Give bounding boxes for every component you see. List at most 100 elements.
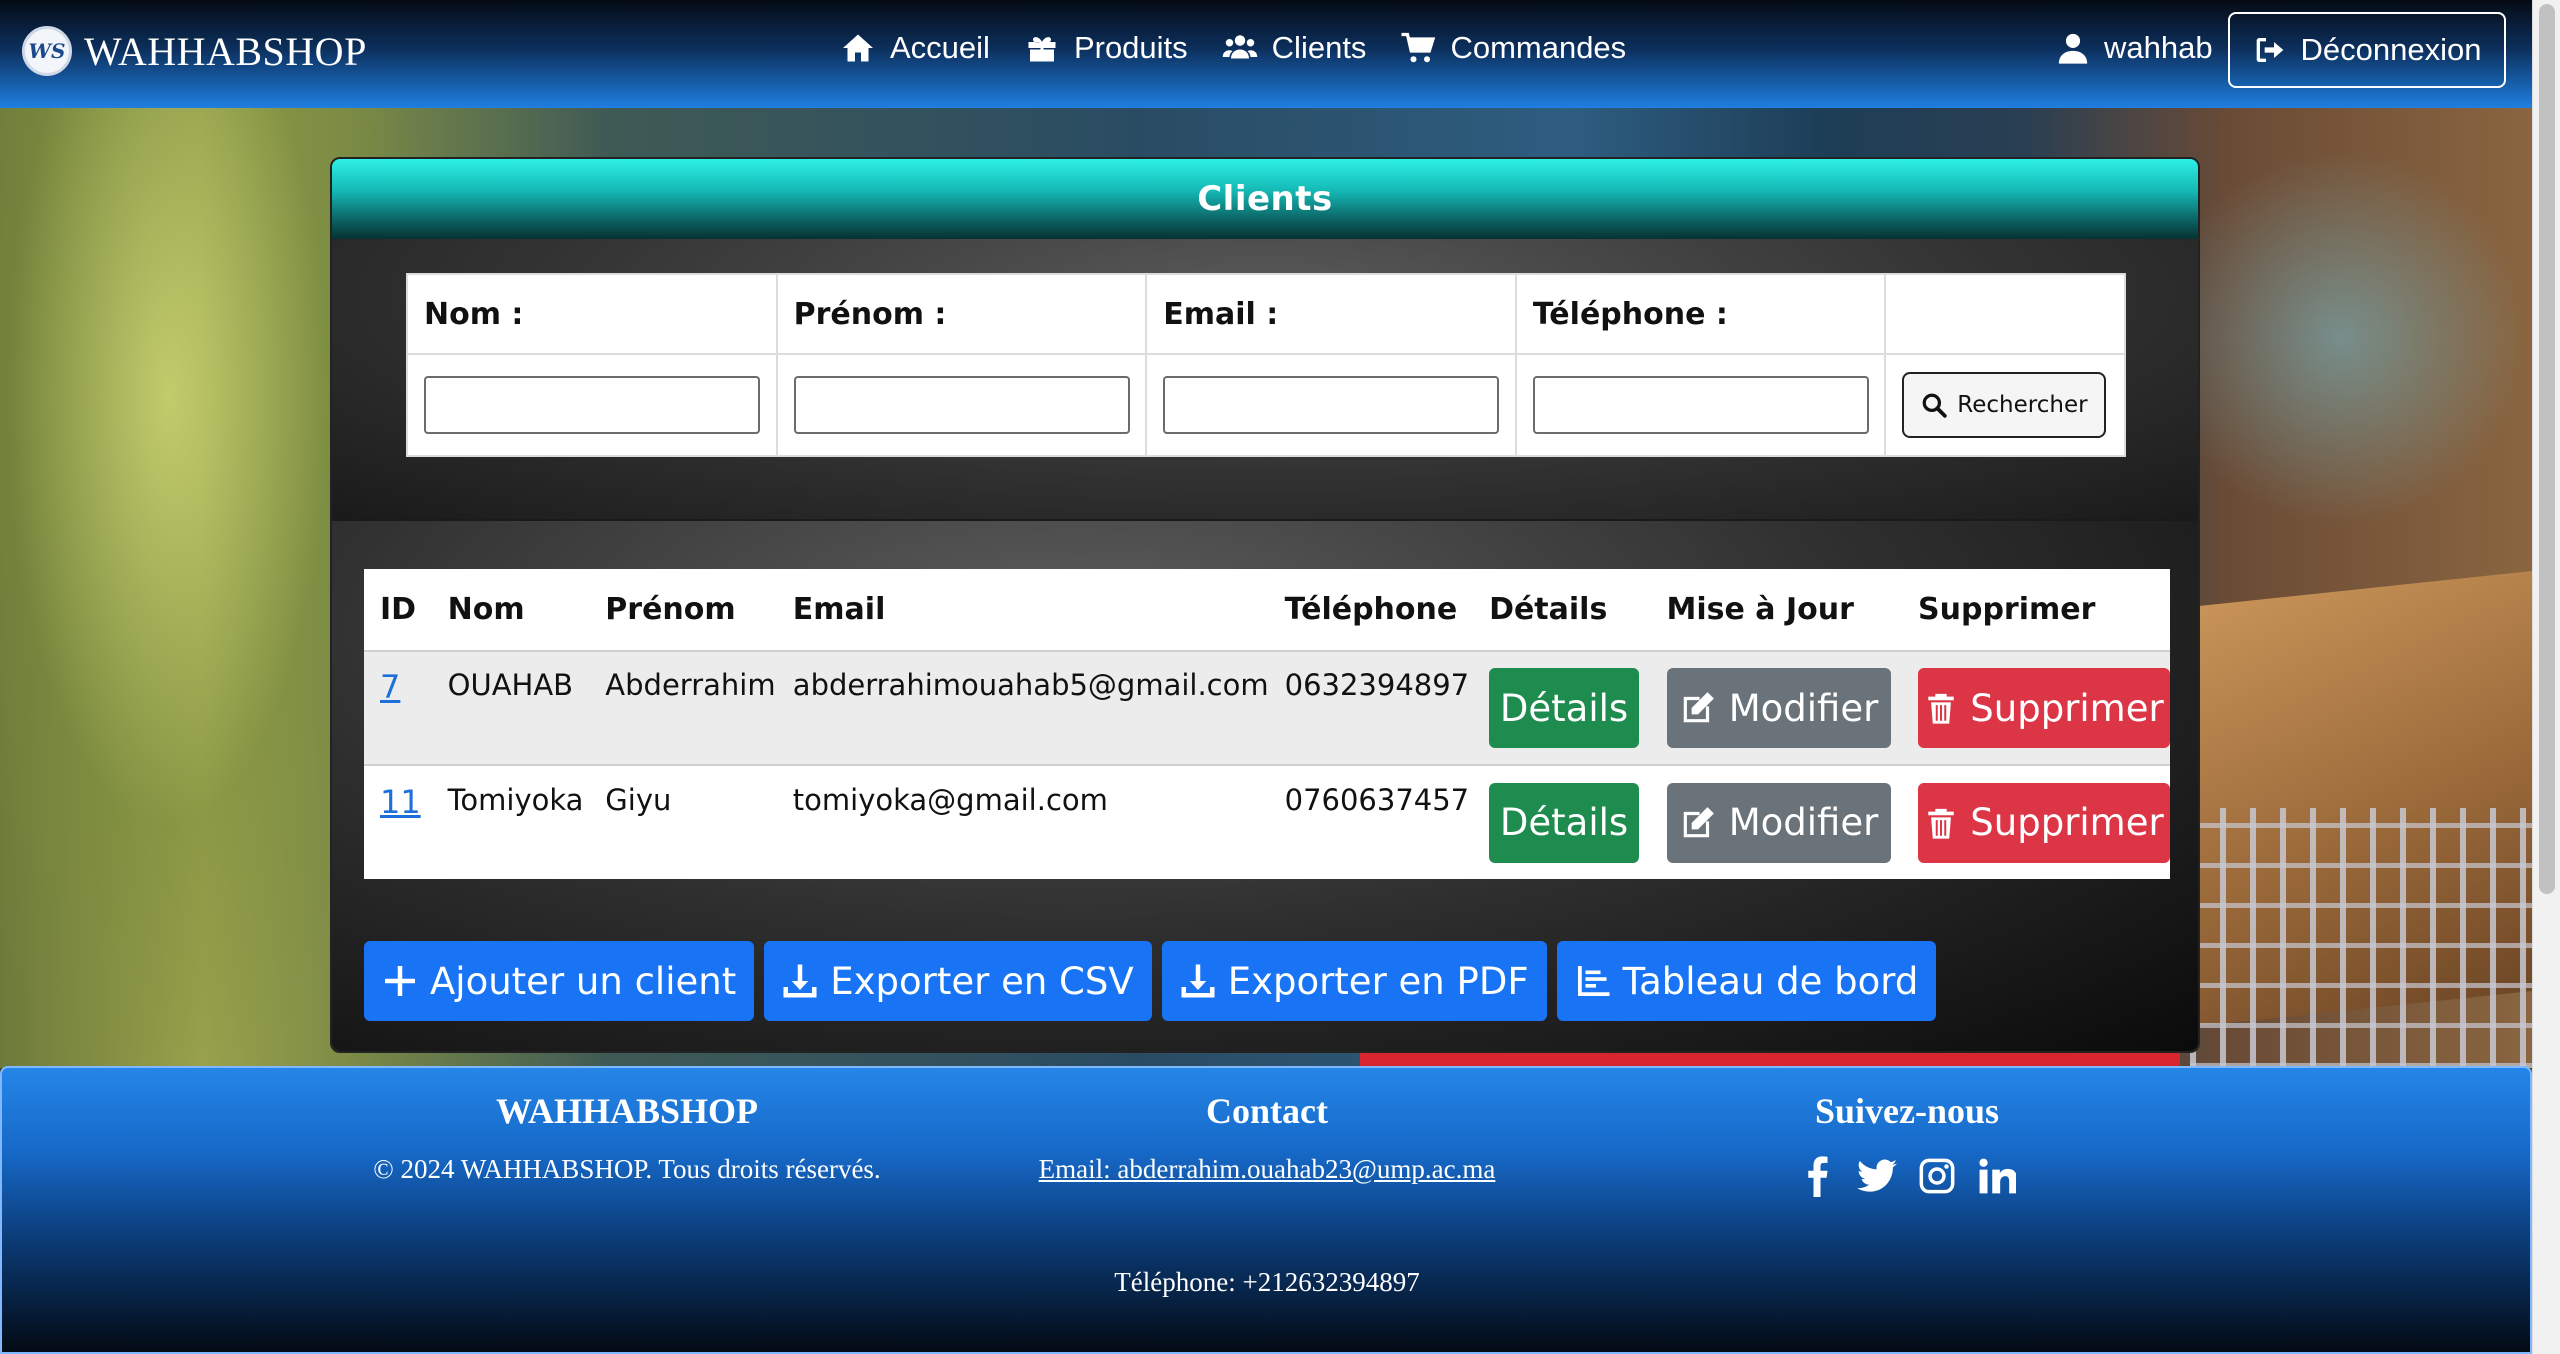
footer-social-title: Suivez-nous — [1814, 1091, 2000, 1131]
dashboard-button[interactable]: Tableau de bord — [1556, 941, 1937, 1021]
client-id-link[interactable]: 11 — [380, 783, 432, 821]
client-telephone: 0760637457 — [1284, 782, 1470, 817]
plus-icon — [385, 966, 415, 996]
details-button-label: Détails — [1499, 801, 1629, 844]
search-label-email: Email : — [1145, 273, 1517, 355]
delete-button[interactable]: Supprimer — [1918, 782, 2170, 863]
details-button-label: Détails — [1499, 686, 1629, 730]
search-label-prenom: Prénom : — [775, 273, 1148, 355]
home-icon — [843, 34, 873, 62]
footer-brand-column: WAHHABSHOP © 2024 WAHHABSHOP. Tous droit… — [302, 1090, 952, 1185]
delete-button[interactable]: Supprimer — [1918, 668, 2170, 748]
footer-contact-title: Contact — [1206, 1091, 1328, 1131]
modify-button[interactable]: Modifier — [1666, 668, 1891, 748]
nav-link-commandes[interactable]: Commandes — [1400, 30, 1626, 66]
social-links — [1622, 1154, 2192, 1198]
search-prenom-input[interactable] — [793, 376, 1130, 434]
scrollbar-thumb[interactable] — [2539, 4, 2555, 894]
gift-icon — [1028, 37, 1056, 62]
brand-name: WAHHABSHOP — [84, 28, 367, 74]
footer-contact-email-link[interactable]: Email: abderrahim.ouahab23@ump.ac.ma — [962, 1154, 1572, 1185]
page-scrollbar[interactable] — [2532, 0, 2560, 1354]
export-csv-button[interactable]: Exporter en CSV — [764, 941, 1152, 1021]
client-nom: OUAHAB — [447, 668, 574, 702]
sign-out-icon — [2256, 38, 2283, 62]
modify-button-label: Modifier — [1728, 801, 1879, 844]
twitter-icon[interactable] — [1857, 1154, 1897, 1198]
search-email-input[interactable] — [1163, 376, 1500, 434]
search-panel: Nom : Prénom : Email : Téléphone : Reche… — [332, 239, 2198, 519]
trash-icon — [1928, 808, 1955, 839]
client-id-link[interactable]: 7 — [380, 668, 432, 706]
col-header-supprimer: Supprimer — [1918, 592, 2096, 627]
nav-link-clients[interactable]: Clients — [1222, 30, 1367, 66]
col-header-telephone: Téléphone — [1284, 592, 1458, 627]
user-menu[interactable]: wahhab — [2056, 30, 2213, 66]
navbar: WS WAHHABSHOP Accueil Produits Clients C… — [0, 0, 2532, 108]
search-form: Nom : Prénom : Email : Téléphone : Reche… — [406, 273, 2126, 457]
clients-table: ID Nom Prénom Email Téléphone Détails Mi… — [364, 569, 2170, 879]
search-nom-input[interactable] — [424, 376, 760, 434]
export-pdf-button[interactable]: Exporter en PDF — [1161, 941, 1547, 1021]
search-label-telephone: Téléphone : — [1514, 273, 1887, 355]
delete-button-label: Supprimer — [1970, 801, 2164, 844]
chart-icon — [1577, 966, 1610, 996]
brand-link[interactable]: WS WAHHABSHOP — [22, 26, 367, 76]
modify-button[interactable]: Modifier — [1666, 782, 1891, 863]
footer-contact-phone: Téléphone: +212632394897 — [1114, 1267, 1420, 1297]
client-telephone: 0632394897 — [1284, 668, 1470, 702]
nav-link-accueil[interactable]: Accueil — [840, 30, 990, 66]
clients-card: Clients Nom : Prénom : Email : Téléphone… — [330, 157, 2200, 1053]
col-header-nom: Nom — [447, 592, 525, 627]
client-email: tomiyoka@gmail.com — [792, 782, 1108, 817]
nav-link-label: Accueil — [890, 30, 990, 65]
modify-button-label: Modifier — [1728, 686, 1879, 730]
logout-label: Déconnexion — [2300, 32, 2482, 67]
username: wahhab — [2104, 30, 2213, 65]
edit-icon — [1683, 692, 1714, 723]
nav-link-label: Commandes — [1450, 30, 1627, 65]
search-button-label: Rechercher — [1957, 392, 2088, 418]
client-nom: Tomiyoka — [447, 782, 584, 817]
download-icon — [783, 964, 817, 998]
nav-link-label: Clients — [1271, 30, 1367, 65]
search-telephone-input[interactable] — [1532, 376, 1869, 434]
search-button[interactable]: Rechercher — [1902, 372, 2107, 438]
search-label-empty — [1884, 273, 2126, 355]
instagram-icon[interactable] — [1917, 1154, 1957, 1198]
card-header: Clients — [332, 159, 2198, 239]
details-button[interactable]: Détails — [1489, 782, 1640, 863]
users-icon — [1222, 35, 1257, 59]
search-icon — [1922, 393, 1948, 418]
search-label-nom: Nom : — [406, 273, 778, 355]
nav-link-produits[interactable]: Produits — [1024, 30, 1188, 66]
col-header-mise-a-jour: Mise à Jour — [1666, 592, 1854, 627]
footer-copyright: © 2024 WAHHABSHOP. Tous droits réservés. — [373, 1154, 881, 1184]
logout-button[interactable]: Déconnexion — [2228, 12, 2506, 88]
action-buttons: Ajouter un client Exporter en CSV Export… — [364, 941, 1937, 1021]
footer: WAHHABSHOP © 2024 WAHHABSHOP. Tous droit… — [0, 1066, 2532, 1354]
edit-icon — [1683, 806, 1714, 837]
col-header-prenom: Prénom — [605, 592, 736, 627]
page-title: Clients — [1197, 179, 1333, 219]
trash-icon — [1928, 693, 1955, 724]
client-email: abderrahimouahab5@gmail.com — [792, 668, 1269, 702]
nav-links: Accueil Produits Clients Commandes — [840, 30, 1626, 66]
footer-brand-title: WAHHABSHOP — [495, 1091, 759, 1131]
add-client-button[interactable]: Ajouter un client — [364, 941, 755, 1021]
table-row: 7 OUAHAB Abderrahim abderrahimouahab5@gm… — [364, 651, 2170, 765]
table-row: 11 Tomiyoka Giyu tomiyoka@gmail.com 0760… — [364, 765, 2170, 879]
nav-link-label: Produits — [1073, 30, 1188, 65]
col-header-email: Email — [792, 592, 886, 627]
linkedin-icon[interactable] — [1977, 1154, 2017, 1198]
user-icon — [2058, 33, 2088, 64]
client-prenom: Giyu — [605, 782, 672, 817]
col-header-details: Détails — [1489, 592, 1608, 627]
cart-icon — [1401, 32, 1436, 63]
facebook-icon[interactable] — [1797, 1154, 1837, 1198]
add-client-label: Ajouter un client — [430, 959, 737, 1003]
export-pdf-label: Exporter en PDF — [1227, 959, 1529, 1003]
delete-button-label: Supprimer — [1970, 686, 2164, 730]
details-button[interactable]: Détails — [1489, 668, 1640, 748]
clients-list-panel: ID Nom Prénom Email Téléphone Détails Mi… — [332, 519, 2198, 1051]
